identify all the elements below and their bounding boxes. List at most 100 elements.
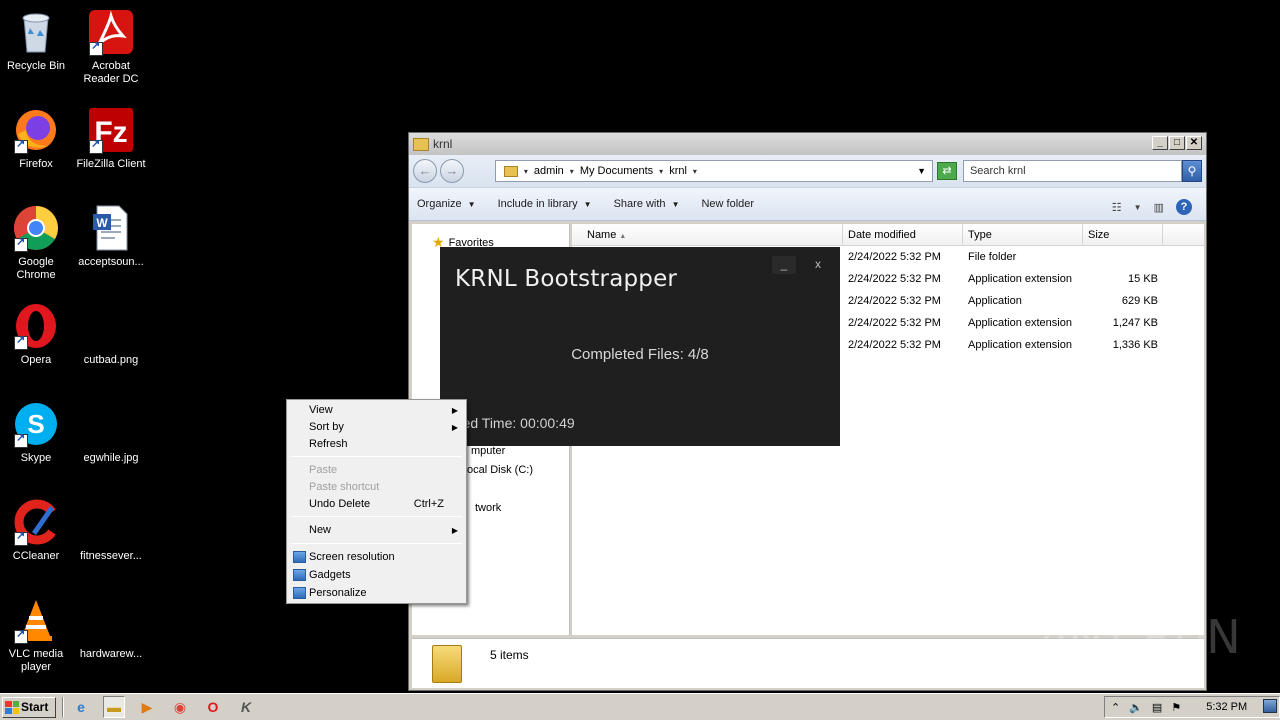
chevron-right-icon[interactable]: ▾ bbox=[570, 167, 574, 176]
organize-menu[interactable]: Organize ▼ bbox=[417, 198, 476, 210]
nav-computer[interactable]: mputer bbox=[471, 445, 505, 457]
explorer-titlebar[interactable]: krnl bbox=[409, 133, 1206, 155]
menu-item-sort-by[interactable]: Sort by ▶ bbox=[289, 419, 464, 436]
row-type: File folder bbox=[968, 251, 1017, 263]
nav-network[interactable]: twork bbox=[475, 502, 501, 514]
row-date: 2/24/2022 5:32 PM bbox=[848, 317, 941, 329]
address-row: ← → ▾ admin ▾ My Documents ▾ krnl ▾ ▼ ⇄ … bbox=[409, 155, 1206, 187]
menu-item-gadgets[interactable]: Gadgets bbox=[289, 567, 464, 584]
row-date: 2/24/2022 5:32 PM bbox=[848, 339, 941, 351]
screen-resolution-icon bbox=[293, 551, 306, 563]
menu-item-screen-resolution[interactable]: Screen resolution bbox=[289, 549, 464, 566]
desktop-icon-ccleaner[interactable]: CCleaner bbox=[0, 498, 74, 563]
row-size: 1,336 KB bbox=[1112, 339, 1158, 351]
desktop-icon-label: hardwarew... bbox=[79, 648, 143, 660]
show-hidden-icons-icon[interactable]: ⌃ bbox=[1111, 701, 1120, 714]
menu-item-new[interactable]: New ▶ bbox=[289, 522, 464, 539]
desktop-icon-label: acceptsoun... bbox=[78, 256, 144, 268]
svg-text:S: S bbox=[27, 409, 44, 439]
address-bar[interactable]: ▾ admin ▾ My Documents ▾ krnl ▾ ▼ bbox=[494, 160, 934, 182]
sort-ascending-icon: ▲ bbox=[619, 233, 627, 240]
show-desktop-button[interactable] bbox=[1263, 699, 1277, 713]
desktop-icon-recycle-bin[interactable]: Recycle Bin bbox=[0, 8, 74, 73]
folder-icon bbox=[503, 165, 518, 177]
desktop-icon-label: Firefox bbox=[19, 158, 53, 170]
chrome-icon[interactable]: ◉ bbox=[169, 696, 191, 718]
menu-item-label: Paste bbox=[309, 464, 338, 476]
desktop-icon-filezilla[interactable]: Fz FileZilla Client bbox=[73, 106, 149, 171]
menu-item-shortcut: Ctrl+Z bbox=[413, 498, 444, 510]
krnl-taskbar-button[interactable]: K bbox=[235, 696, 257, 718]
internet-explorer-icon[interactable]: e bbox=[70, 696, 92, 718]
close-button[interactable]: ✕ bbox=[1186, 136, 1202, 150]
desktop-icon-hardwarew[interactable]: hardwarew... bbox=[73, 596, 149, 661]
search-input[interactable]: Search krnl bbox=[962, 160, 1183, 182]
opera-icon bbox=[12, 302, 60, 350]
include-in-library-menu[interactable]: Include in library ▼ bbox=[498, 198, 592, 210]
chevron-right-icon[interactable]: ▾ bbox=[693, 167, 697, 176]
chevron-right-icon[interactable]: ▾ bbox=[524, 167, 528, 176]
menu-item-label: Gadgets bbox=[309, 569, 351, 581]
action-center-flag-icon[interactable]: ⚑ bbox=[1171, 701, 1181, 714]
desktop-icon-chrome[interactable]: Google Chrome bbox=[0, 204, 74, 282]
search-icon[interactable]: ⚲ bbox=[1182, 160, 1202, 182]
preview-pane-icon[interactable]: ▥ bbox=[1154, 201, 1164, 214]
desktop-icon-egwhile[interactable]: egwhile.jpg bbox=[73, 400, 149, 465]
desktop-icon-acrobat[interactable]: Acrobat Reader DC bbox=[73, 8, 149, 86]
chevron-down-icon[interactable]: ▼ bbox=[1134, 203, 1142, 212]
nav-local-disk[interactable]: ocal Disk (C:) bbox=[467, 464, 533, 476]
menu-item-paste[interactable]: Paste bbox=[289, 462, 464, 479]
share-with-menu[interactable]: Share with ▼ bbox=[614, 198, 680, 210]
media-player-icon[interactable]: ▶ bbox=[136, 696, 158, 718]
opera-icon[interactable]: O bbox=[202, 696, 224, 718]
menu-item-refresh[interactable]: Refresh bbox=[289, 436, 464, 453]
breadcrumb-admin[interactable]: admin bbox=[534, 165, 564, 177]
desktop-icon-opera[interactable]: Opera bbox=[0, 302, 74, 367]
file-icon bbox=[87, 596, 135, 644]
new-folder-button[interactable]: New folder bbox=[701, 198, 754, 210]
column-size[interactable]: Size bbox=[1083, 224, 1163, 245]
row-type: Application extension bbox=[968, 317, 1072, 329]
minimize-button[interactable]: _ bbox=[1152, 136, 1168, 150]
refresh-icon[interactable]: ⇄ bbox=[937, 162, 957, 180]
desktop-icon-acceptsound[interactable]: W acceptsoun... bbox=[73, 204, 149, 269]
chevron-down-icon: ▼ bbox=[671, 200, 680, 209]
start-label: Start bbox=[21, 700, 49, 714]
breadcrumb-my-documents[interactable]: My Documents bbox=[580, 165, 653, 177]
column-name-label: Name bbox=[587, 229, 617, 241]
column-date[interactable]: Date modified bbox=[843, 224, 963, 245]
back-button[interactable]: ← bbox=[413, 159, 437, 183]
network-icon[interactable]: ▤ bbox=[1152, 701, 1162, 714]
help-icon[interactable]: ? bbox=[1176, 199, 1192, 215]
column-name[interactable]: Name ▲ bbox=[572, 224, 843, 245]
maximize-button[interactable]: □ bbox=[1169, 136, 1185, 150]
volume-icon[interactable]: 🔈 bbox=[1129, 701, 1143, 714]
forward-button[interactable]: → bbox=[439, 159, 464, 183]
address-dropdown-icon[interactable]: ▼ bbox=[917, 166, 926, 176]
desktop-icon-fitnessever[interactable]: fitnessever... bbox=[73, 498, 149, 563]
desktop-icon-skype[interactable]: S Skype bbox=[0, 400, 74, 465]
desktop-icon-label: cutbad.png bbox=[83, 354, 139, 366]
recycle-bin-icon bbox=[12, 8, 60, 56]
menu-item-paste-shortcut[interactable]: Paste shortcut bbox=[289, 479, 464, 496]
krnl-minimize-button[interactable]: _ bbox=[772, 256, 796, 274]
column-type[interactable]: Type bbox=[963, 224, 1083, 245]
gadgets-icon bbox=[293, 569, 306, 581]
menu-item-view[interactable]: View ▶ bbox=[289, 402, 464, 419]
desktop-icon-cutbad[interactable]: cutbad.png bbox=[73, 302, 149, 367]
krnl-close-button[interactable]: x bbox=[806, 256, 830, 274]
menu-item-label: Screen resolution bbox=[309, 551, 395, 563]
desktop-icon-firefox[interactable]: Firefox bbox=[0, 106, 74, 171]
explorer-taskbar-button[interactable]: ▬ bbox=[103, 696, 125, 718]
breadcrumb-krnl[interactable]: krnl bbox=[669, 165, 687, 177]
chrome-icon bbox=[12, 204, 60, 252]
desktop-icon-label: Recycle Bin bbox=[6, 60, 66, 72]
menu-item-undo-delete[interactable]: Undo Delete Ctrl+Z bbox=[289, 496, 464, 513]
menu-item-personalize[interactable]: Personalize bbox=[289, 585, 464, 602]
start-button[interactable]: Start bbox=[2, 696, 56, 718]
clock[interactable]: 5:32 PM bbox=[1206, 701, 1247, 713]
desktop-icon-vlc[interactable]: VLC media player bbox=[0, 596, 74, 674]
desktop-icon-label: egwhile.jpg bbox=[83, 452, 139, 464]
chevron-right-icon[interactable]: ▾ bbox=[659, 167, 663, 176]
view-options-icon[interactable]: ☷ bbox=[1112, 201, 1122, 214]
